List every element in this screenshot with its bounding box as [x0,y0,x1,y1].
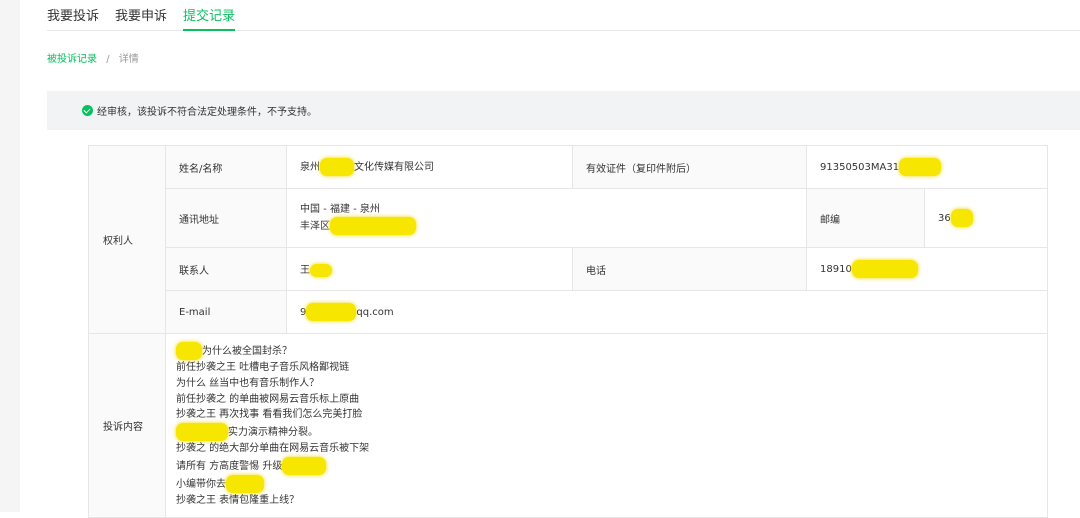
redaction-mark [306,303,357,321]
tab-appeal[interactable]: 我要申诉 [115,0,167,31]
tab-complain[interactable]: 我要投诉 [47,0,99,31]
contact-label: 联系人 [165,247,287,291]
redaction-mark [851,260,918,278]
complaint-line: 为什么 丝当中也有音乐制作人？ [176,377,320,389]
redaction-mark [950,209,973,227]
list-item: 为什么 丝当中也有音乐制作人？ [176,376,1037,392]
complaint-line: 前任抄袭之 的单曲被网易云音乐标上原曲 [176,393,360,405]
redaction-mark [330,216,416,235]
phone-value-text: 18910 [820,264,852,275]
phone-value: 18910 [806,247,1048,291]
list-item: 为什么被全国封杀？ [176,342,1037,360]
tab-bar: 我要投诉 我要申诉 提交记录 [47,0,1080,31]
table-row: E-mail 9 qq.com [89,290,1048,334]
name-value: 泉州 文化传媒有限公司 [286,145,573,189]
redaction-mark [176,423,228,442]
list-item: 请所有 方高度警惕 升级 [176,456,1037,475]
redaction-mark [310,263,332,277]
postcode-value-text: 36 [938,213,951,224]
address-value: 中国 - 福建 - 泉州 丰泽区 [286,188,807,248]
complaint-line: 小编带你去 [176,478,226,490]
complaint-line: 抄袭之王 再次找事 看看我们怎么完美打脸 [176,409,363,421]
complaint-line: 实力演示精神分裂。 [228,427,318,439]
postcode-label: 邮编 [806,188,925,248]
list-item: 实力演示精神分裂。 [176,423,1037,442]
email-label: E-mail [165,290,287,334]
contact-value-text: 王 [300,265,310,277]
redaction-mark [899,158,942,176]
address-line-2-row: 丰泽区 [300,216,793,235]
list-item: 小编带你去 [176,474,1037,493]
name-value-end: 文化传媒有限公司 [354,162,434,173]
name-label: 姓名/名称 [165,145,287,189]
review-notice-bar: 经审核，该投诉不符合法定处理条件，不予支持。 [47,91,1080,130]
id-label: 有效证件（复印件附后） [572,145,807,189]
postcode-value: 36 [924,188,1048,248]
redaction-mark [176,342,202,360]
list-item: 前任抄袭之 的单曲被网易云音乐标上原曲 [176,392,1037,408]
complaint-line: 前任抄袭之王 吐槽电子音乐风格鄙视链 [176,362,350,373]
phone-label: 电话 [572,247,807,291]
rightholder-section-label: 权利人 [88,145,166,334]
complaint-line: 抄袭之 的绝大部分单曲在网易云音乐被下架 [176,443,370,455]
check-circle-icon [82,105,93,116]
tab-submission-records[interactable]: 提交记录 [183,0,236,31]
address-line-1: 中国 - 福建 - 泉州 [300,203,380,215]
left-sidebar-strip [0,0,20,512]
name-value-start: 泉州 [300,162,320,173]
contact-value: 王 [286,247,573,291]
complaint-line: 为什么被全国封杀？ [202,346,292,357]
complaint-detail-table: 权利人 姓名/名称 泉州 文化传媒有限公司 有效证件（复印件附后） 9135050… [88,145,1048,518]
complaint-line: 抄袭之王 表情包隆重上线？ [176,494,300,506]
table-row: 投诉内容 为什么被全国封杀？ 前任抄袭之王 吐槽电子音乐风格鄙视链 为什么 丝当… [88,333,1048,518]
breadcrumb-current: 详情 [118,54,139,65]
list-item: 前任抄袭之王 吐槽电子音乐风格鄙视链 [176,360,1037,376]
table-row: 联系人 王 电话 18910 [89,247,1048,291]
redaction-mark [282,456,327,475]
breadcrumb: 被投诉记录 / 详情 [47,50,139,65]
breadcrumb-parent-link[interactable]: 被投诉记录 [47,54,97,65]
complaint-line: 请所有 方高度警惕 升级 [176,460,283,472]
id-value: 91350503MA31 [806,145,1048,189]
address-line-2: 丰泽区 [300,220,330,232]
email-value: 9 qq.com [286,290,1048,334]
id-value-text: 91350503MA31 [820,162,900,173]
email-value-end: qq.com [356,307,394,318]
address-label: 通讯地址 [165,188,287,248]
complaint-content: 为什么被全国封杀？ 前任抄袭之王 吐槽电子音乐风格鄙视链 为什么 丝当中也有音乐… [165,333,1048,518]
table-row: 权利人 姓名/名称 泉州 文化传媒有限公司 有效证件（复印件附后） 9135050… [88,145,1048,334]
redaction-mark [320,158,354,176]
main-content: 我要投诉 我要申诉 提交记录 被投诉记录 / 详情 经审核，该投诉不符合法定处理… [20,0,1080,518]
table-row: 通讯地址 中国 - 福建 - 泉州 丰泽区 邮编 36 [89,188,1048,248]
review-notice-text: 经审核，该投诉不符合法定处理条件，不予支持。 [97,107,317,118]
complaint-section-label: 投诉内容 [88,333,166,518]
list-item: 抄袭之 的绝大部分单曲在网易云音乐被下架 [176,441,1037,457]
list-item: 抄袭之王 再次找事 看看我们怎么完美打脸 [176,407,1037,423]
breadcrumb-separator: / [106,54,110,65]
list-item: 抄袭之王 表情包隆重上线？ [176,493,1037,509]
redaction-mark [226,474,264,493]
